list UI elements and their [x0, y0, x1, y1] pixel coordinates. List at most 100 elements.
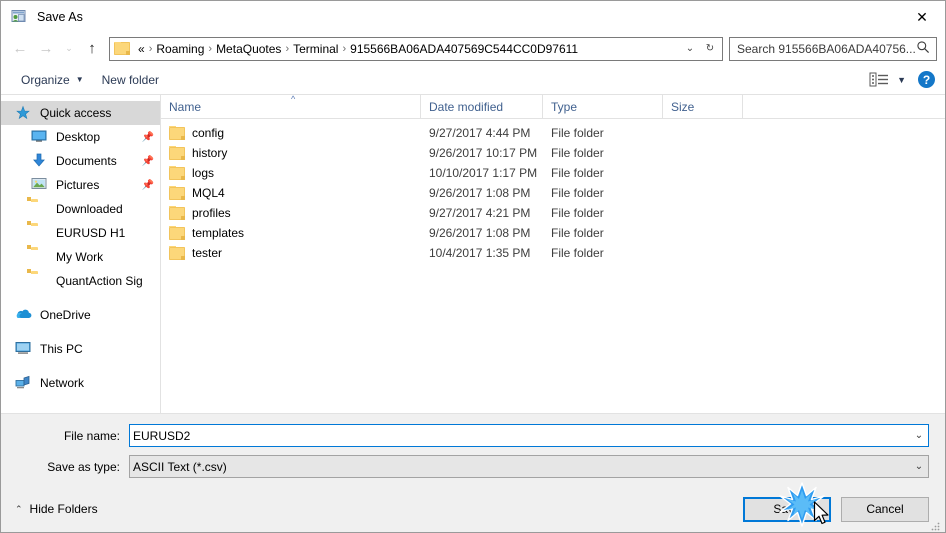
- up-button[interactable]: ↑: [79, 36, 105, 62]
- file-list[interactable]: config 9/27/2017 4:44 PM File folder his…: [161, 119, 945, 413]
- file-name: tester: [192, 246, 223, 260]
- pin-icon[interactable]: 📌: [142, 180, 154, 191]
- file-name: logs: [192, 166, 215, 180]
- title-bar: Save As ✕: [1, 1, 945, 32]
- file-name-row: File name: EURUSD2 ⌄: [17, 424, 929, 447]
- save-button[interactable]: Save: [743, 496, 831, 522]
- pictures-icon: [31, 177, 51, 193]
- sidebar-item-quick-access[interactable]: Quick access: [1, 101, 160, 125]
- folder-icon: [31, 249, 51, 265]
- save-as-type-label: Save as type:: [47, 459, 120, 474]
- network-icon: [15, 375, 35, 391]
- cancel-button[interactable]: Cancel: [841, 496, 929, 522]
- documents-icon: [31, 153, 51, 169]
- file-date: 9/27/2017 4:44 PM: [429, 126, 531, 140]
- table-row[interactable]: history 9/26/2017 10:17 PM File folder: [161, 143, 945, 163]
- column-header-size[interactable]: Size: [663, 94, 743, 119]
- forward-button[interactable]: →: [33, 36, 59, 62]
- file-date: 9/26/2017 1:08 PM: [429, 226, 531, 240]
- navigation-pane: Quick access Desktop 📌 Documents 📌 Pictu…: [1, 95, 161, 413]
- column-header-label: Size: [671, 99, 695, 114]
- folder-icon: [169, 186, 185, 200]
- breadcrumb-item-terminal[interactable]: Terminal: [290, 42, 341, 56]
- star-icon: [15, 105, 35, 121]
- column-header-label: Name: [169, 99, 202, 114]
- hide-folders-button[interactable]: ⌃ Hide Folders: [15, 502, 98, 516]
- chevron-down-icon: ⌄: [65, 43, 73, 53]
- chevron-down-icon[interactable]: ⌄: [910, 430, 928, 441]
- new-folder-button[interactable]: New folder: [96, 70, 165, 90]
- cancel-label: Cancel: [866, 502, 904, 516]
- hide-folders-label: Hide Folders: [29, 502, 98, 516]
- folder-icon: [169, 226, 185, 240]
- refresh-button[interactable]: ↻: [700, 38, 720, 60]
- table-row[interactable]: profiles 9/27/2017 4:21 PM File folder: [161, 203, 945, 223]
- folder-icon: [31, 201, 51, 217]
- onedrive-icon: [15, 307, 35, 323]
- breadcrumb-overflow[interactable]: «: [135, 42, 148, 56]
- change-view-icon[interactable]: [869, 71, 891, 89]
- search-icon: [916, 40, 932, 57]
- sidebar-item-network[interactable]: Network: [1, 371, 160, 395]
- column-header-date-modified[interactable]: Date modified: [421, 94, 543, 119]
- sidebar-item-label: OneDrive: [40, 308, 91, 322]
- address-dropdown-button[interactable]: ⌄: [680, 38, 700, 60]
- chevron-down-icon[interactable]: ⌄: [910, 461, 928, 472]
- folder-icon: [169, 146, 185, 160]
- close-icon: ✕: [916, 8, 928, 25]
- command-bar: Organize ▼ New folder ▼ ?: [1, 65, 945, 95]
- save-as-dialog: Save As ✕ ← → ⌄ ↑ « › Roaming › MetaQuot…: [0, 0, 946, 533]
- column-header-filler: [743, 95, 945, 119]
- back-button[interactable]: ←: [7, 36, 33, 62]
- breadcrumb-item-instance[interactable]: 915566BA06ADA407569C544CC0D97611: [347, 42, 581, 56]
- table-row[interactable]: MQL4 9/26/2017 1:08 PM File folder: [161, 183, 945, 203]
- save-as-type-select[interactable]: ASCII Text (*.csv) ⌄: [129, 455, 929, 478]
- view-dropdown-button[interactable]: ▼: [897, 75, 906, 85]
- search-input[interactable]: Search 915566BA06ADA40756...: [729, 36, 937, 61]
- chevron-down-icon: ⌄: [685, 43, 695, 54]
- pin-icon[interactable]: 📌: [142, 156, 154, 167]
- sidebar-item-downloaded[interactable]: Downloaded: [1, 197, 160, 221]
- sidebar-item-eurusd-h1[interactable]: EURUSD H1: [1, 221, 160, 245]
- sidebar-item-quantaction-signal[interactable]: QuantAction Signal: [1, 269, 160, 293]
- file-name-input[interactable]: EURUSD2 ⌄: [129, 424, 929, 447]
- sidebar-item-label: My Work: [56, 250, 104, 264]
- organize-label: Organize: [21, 72, 70, 87]
- sidebar-item-label: Desktop: [56, 130, 101, 144]
- table-row[interactable]: tester 10/4/2017 1:35 PM File folder: [161, 243, 945, 263]
- table-row[interactable]: logs 10/10/2017 1:17 PM File folder: [161, 163, 945, 183]
- file-type-row: Save as type: ASCII Text (*.csv) ⌄: [17, 455, 929, 478]
- sidebar-item-onedrive[interactable]: OneDrive: [1, 303, 160, 327]
- help-button[interactable]: ?: [918, 71, 935, 88]
- sidebar-item-this-pc[interactable]: This PC: [1, 337, 160, 361]
- sidebar-item-desktop[interactable]: Desktop 📌: [1, 125, 160, 149]
- folder-icon: [169, 246, 185, 260]
- pin-icon[interactable]: 📌: [142, 132, 154, 143]
- thispc-icon: [15, 341, 35, 357]
- column-header-type[interactable]: Type: [543, 94, 663, 119]
- file-name-cell: templates: [161, 226, 421, 240]
- search-placeholder: Search 915566BA06ADA40756...: [737, 41, 916, 56]
- close-button[interactable]: ✕: [899, 1, 945, 32]
- table-row[interactable]: templates 9/26/2017 1:08 PM File folder: [161, 223, 945, 243]
- organize-button[interactable]: Organize ▼: [15, 70, 90, 90]
- folder-icon: [169, 206, 185, 220]
- sidebar-item-documents[interactable]: Documents 📌: [1, 149, 160, 173]
- recent-locations-button[interactable]: ⌄: [59, 36, 79, 62]
- chevron-up-icon: ⌃: [15, 503, 23, 514]
- help-icon: ?: [922, 72, 931, 87]
- file-date: 10/4/2017 1:35 PM: [429, 246, 531, 260]
- file-date: 9/27/2017 4:21 PM: [429, 206, 531, 220]
- sidebar-item-pictures[interactable]: Pictures 📌: [1, 173, 160, 197]
- sidebar-item-my-work[interactable]: My Work: [1, 245, 160, 269]
- address-bar[interactable]: « › Roaming › MetaQuotes › Terminal › 91…: [109, 36, 723, 61]
- resize-grip[interactable]: [930, 518, 942, 531]
- file-date: 9/26/2017 10:17 PM: [429, 146, 538, 160]
- breadcrumb-folder-icon: [114, 41, 130, 55]
- dialog-body: Quick access Desktop 📌 Documents 📌 Pictu…: [1, 94, 945, 414]
- breadcrumb-item-roaming[interactable]: Roaming: [153, 42, 207, 56]
- breadcrumb-item-metaquotes[interactable]: MetaQuotes: [213, 42, 284, 56]
- table-row[interactable]: config 9/27/2017 4:44 PM File folder: [161, 123, 945, 143]
- folder-icon: [31, 225, 51, 241]
